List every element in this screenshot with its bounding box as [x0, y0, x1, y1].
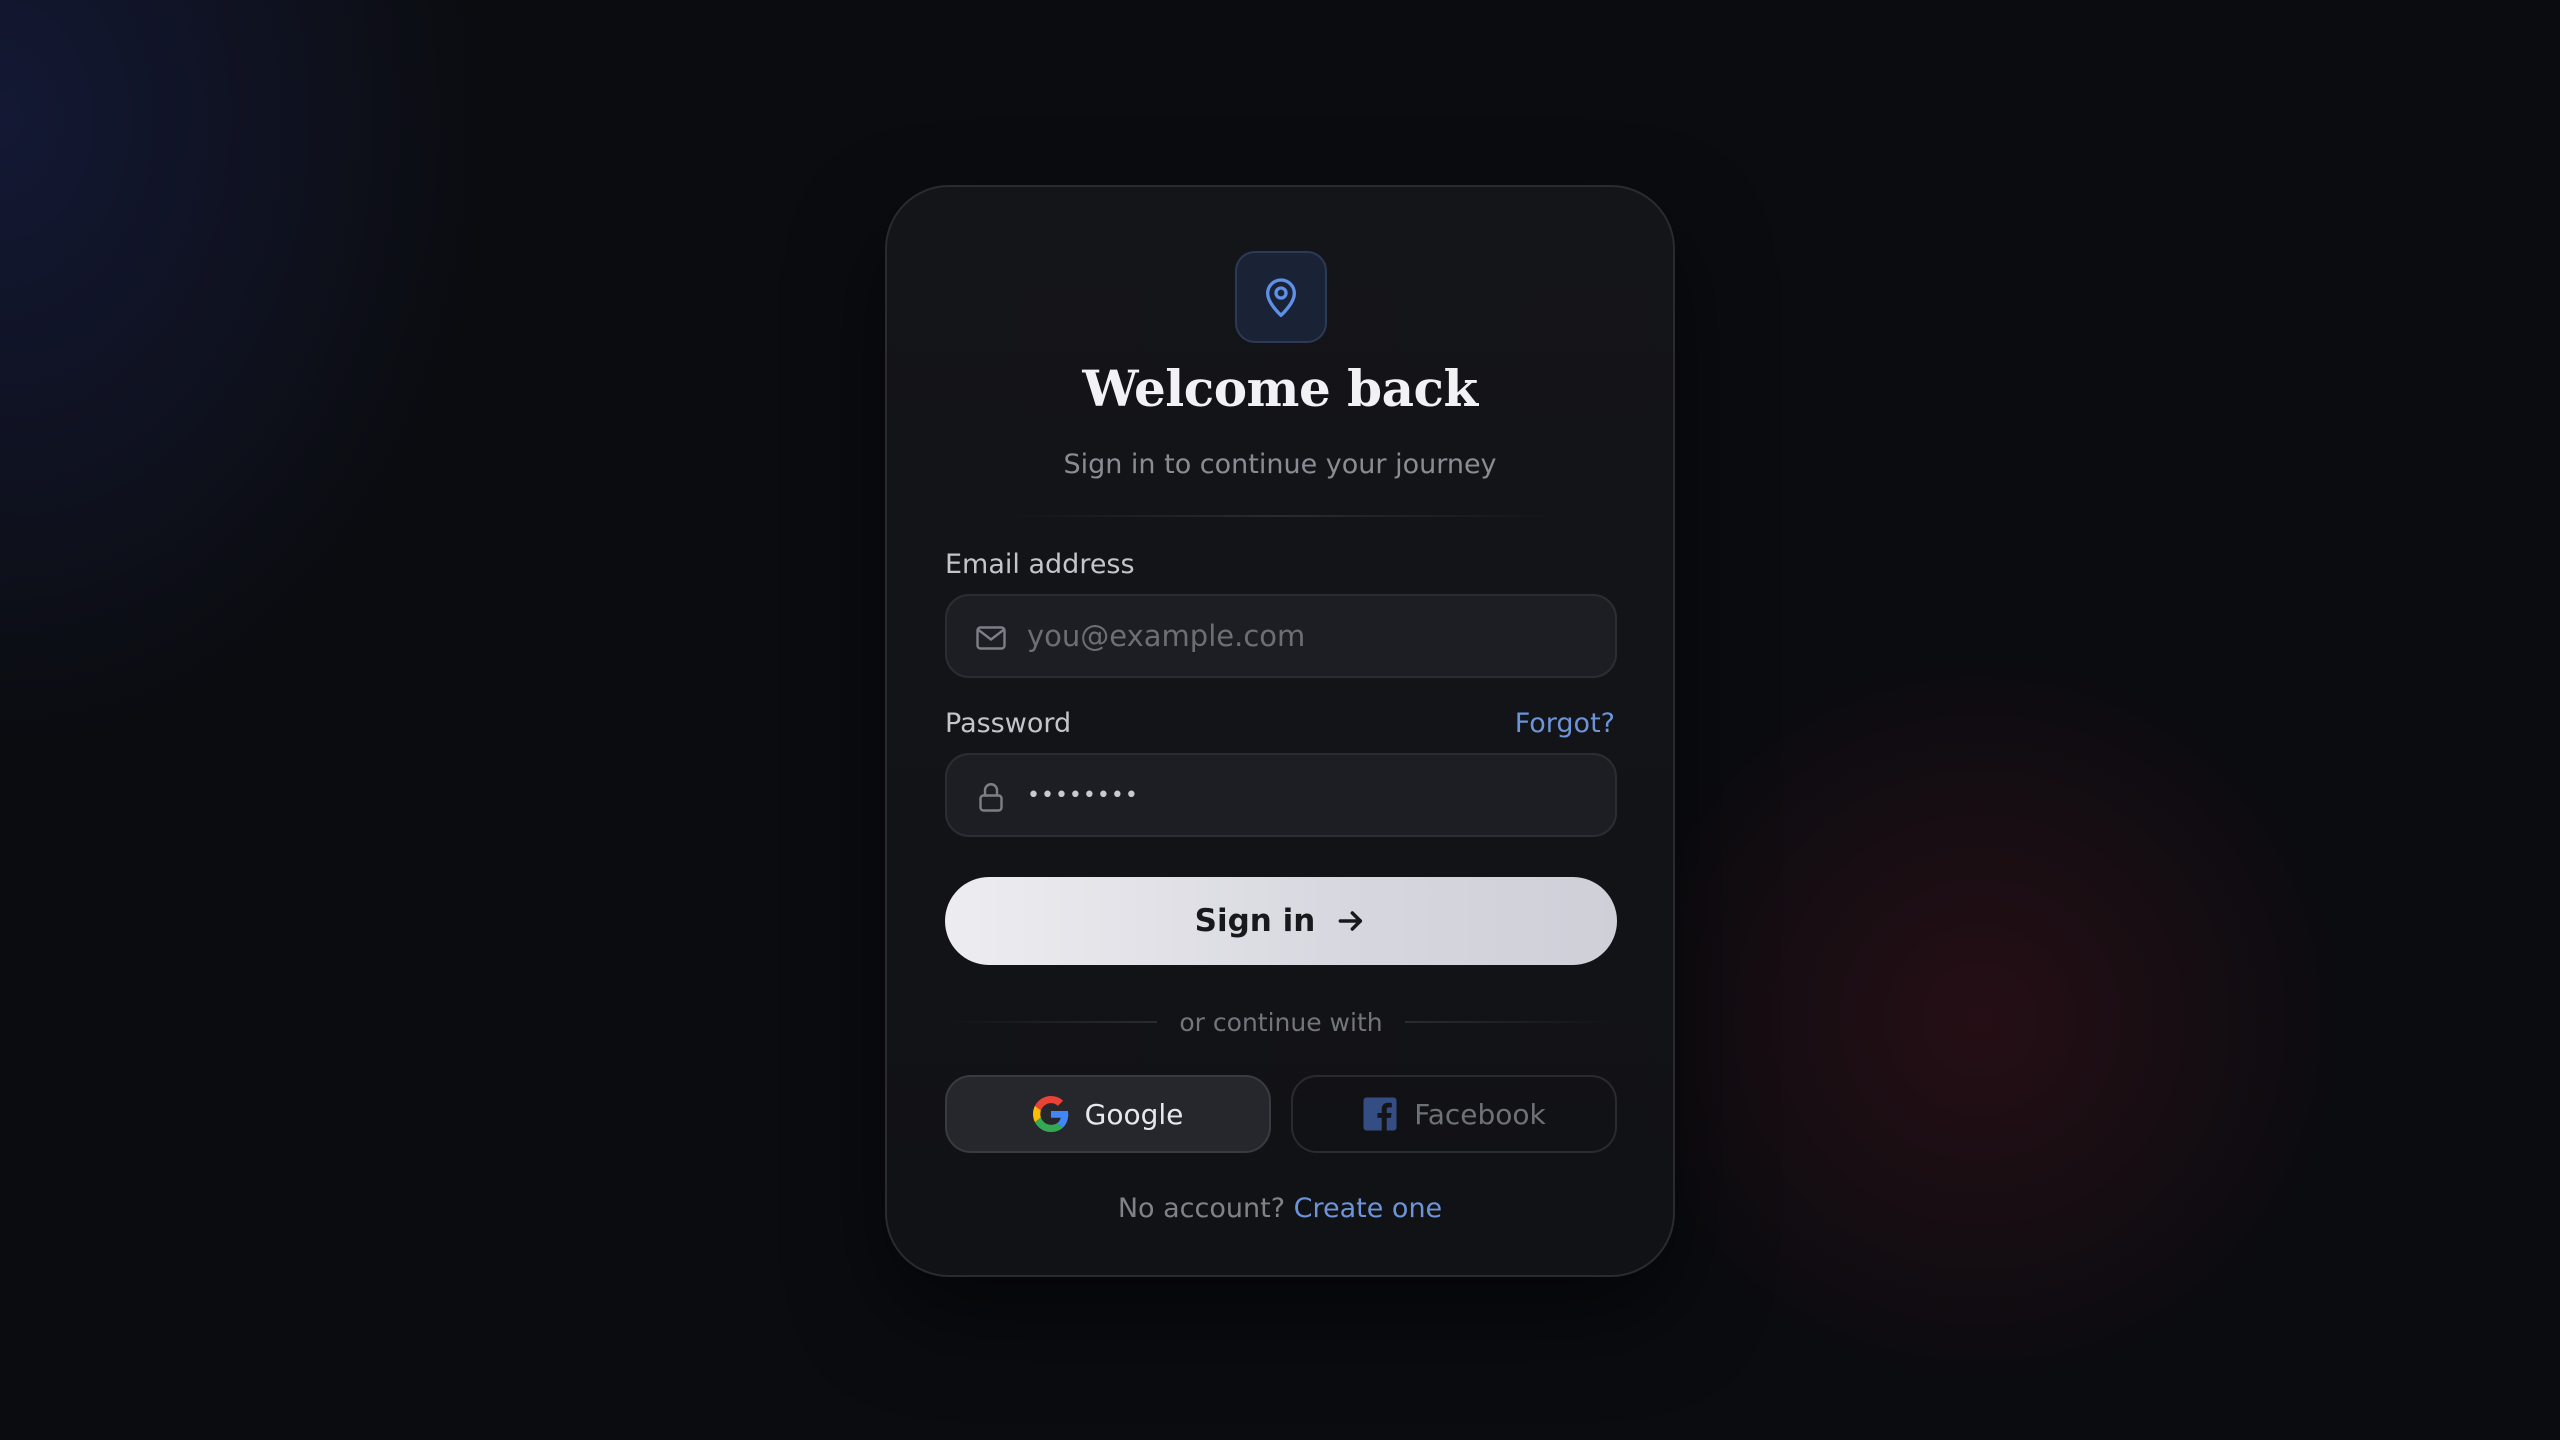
page-subtitle: Sign in to continue your journey [1063, 449, 1497, 480]
facebook-button[interactable]: Facebook [1291, 1075, 1617, 1153]
signup-prompt-text: No account? [1117, 1193, 1286, 1224]
login-card: Welcome back Sign in to continue your jo… [885, 185, 1675, 1277]
google-label: Google [1084, 1097, 1184, 1131]
divider-line-right [1404, 1021, 1617, 1023]
sign-in-button[interactable]: Sign in [945, 877, 1617, 965]
social-divider-label: or continue with [1179, 1007, 1383, 1037]
password-input[interactable] [1027, 755, 1587, 835]
logo-badge [1235, 251, 1327, 343]
forgot-password-link[interactable]: Forgot? [1515, 708, 1615, 739]
signup-prompt: No account? Create one [887, 1193, 1673, 1224]
header-divider [1007, 515, 1557, 517]
email-label: Email address [945, 549, 1135, 580]
google-logo-icon [1032, 1096, 1068, 1132]
password-label: Password [945, 708, 1072, 739]
create-account-link[interactable]: Create one [1294, 1193, 1443, 1224]
divider-line-left [945, 1021, 1158, 1023]
facebook-label: Facebook [1414, 1097, 1546, 1131]
map-pin-icon [1266, 278, 1296, 317]
password-field[interactable] [945, 753, 1617, 837]
facebook-logo-icon [1363, 1097, 1397, 1131]
email-field[interactable] [945, 594, 1617, 678]
page-title: Welcome back [1082, 359, 1478, 418]
social-divider: or continue with [945, 1002, 1617, 1042]
arrow-right-icon [1338, 911, 1363, 931]
sign-in-label: Sign in [1194, 903, 1316, 939]
email-input[interactable] [1027, 596, 1587, 676]
google-button[interactable]: Google [945, 1075, 1271, 1153]
mail-icon [976, 626, 1006, 650]
lock-icon [979, 783, 1003, 812]
